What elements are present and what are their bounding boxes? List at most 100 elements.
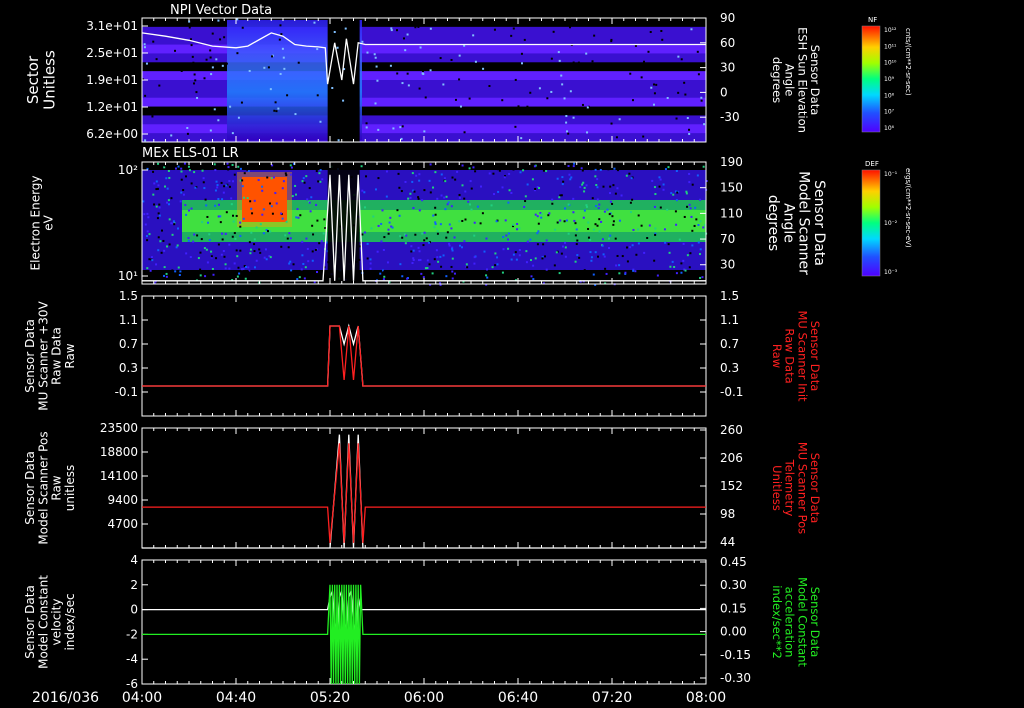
y-tick-label: 4700 <box>107 517 138 531</box>
y2-tick-label: 260 <box>720 423 743 437</box>
colorbar-tick: 10¹⁰ <box>884 60 897 67</box>
y-tick-label: 9400 <box>107 493 138 507</box>
y2-axis-label: Raw <box>770 344 784 368</box>
y-axis-label: unitless <box>63 465 77 511</box>
y2-tick-label: 150 <box>720 181 743 195</box>
x-tick-label: 04:00 <box>122 690 162 706</box>
colorbar-tick: 10⁷ <box>884 109 895 116</box>
y-axis-label: Raw Data <box>50 327 64 385</box>
colorbar-tick: 10⁶ <box>884 125 895 132</box>
colorbar-tick: 10⁻¹ <box>884 171 898 178</box>
y-axis-label: eV <box>42 214 56 230</box>
y-axis-label: Sensor Data <box>23 585 37 659</box>
y2-tick-label: 152 <box>720 479 743 493</box>
y-tick-label: 0.7 <box>119 337 138 351</box>
y2-tick-label: -30 <box>720 110 740 124</box>
y2-tick-label: 60 <box>720 36 735 50</box>
y-tick-label: 23500 <box>100 421 138 435</box>
els-colorbar-label: DEF <box>865 160 879 168</box>
x-tick-label: 04:40 <box>216 690 256 706</box>
panel-frame-3 <box>141 295 707 417</box>
y-axis-label: Model Constant <box>36 575 50 669</box>
y2-tick-label: 0.7 <box>720 337 739 351</box>
y-tick-label: 10¹ <box>118 269 138 283</box>
y2-tick-label: 0.00 <box>720 625 747 639</box>
y2-tick-label: 0.45 <box>720 555 747 569</box>
y-axis-label: velocity <box>50 599 64 646</box>
y-axis-label: Raw <box>63 343 77 368</box>
y2-tick-label: 0 <box>720 85 728 99</box>
y2-axis-label: Angle <box>780 203 796 243</box>
series-line-4-1 <box>142 584 706 685</box>
y2-tick-label: 44 <box>720 535 735 549</box>
y-tick-label: 10² <box>118 163 138 177</box>
y-axis-label: Sensor Data <box>23 319 37 393</box>
y-axis-label: Electron Energy <box>28 175 42 270</box>
npi-colorbar-unit: cnts/(cm**2-sr-sec) <box>904 28 912 96</box>
x-tick-label: 06:40 <box>498 690 538 706</box>
y2-tick-label: -0.1 <box>720 385 743 399</box>
y-tick-label: 6.2e+00 <box>86 127 138 141</box>
els-panel-title: MEx ELS-01 LR <box>142 146 239 161</box>
y-tick-label: 1.9e+01 <box>86 73 138 87</box>
y2-tick-label: 0.3 <box>720 361 739 375</box>
npi-panel-title: NPI Vector Data <box>170 3 272 18</box>
y-tick-label: 1.5 <box>119 289 138 303</box>
x-tick-label: 07:20 <box>592 690 632 706</box>
y-tick-label: 3.1e+01 <box>86 19 138 33</box>
y2-axis-label: Sensor Data <box>811 180 827 266</box>
y-tick-label: 1.2e+01 <box>86 100 138 114</box>
y-tick-label: 0.3 <box>119 361 138 375</box>
y2-tick-label: 0.30 <box>720 578 747 592</box>
npi-colorbar-label: NF <box>868 16 877 24</box>
y-tick-label: -0.1 <box>115 385 138 399</box>
y-tick-label: -2 <box>126 627 138 641</box>
els-colorbar-unit: ergs/(cm**2-sr-sec-eV) <box>904 168 912 248</box>
series-line-2-1 <box>142 325 706 387</box>
y2-axis-label: Model Scanner <box>796 171 812 275</box>
y2-axis-label: Unitless <box>770 465 784 511</box>
y-tick-label: 18800 <box>100 445 138 459</box>
npi-colorbar: NF 10¹² 10¹¹ 10¹⁰ 10⁹ 10⁸ 10⁷ 10⁶ cnts/(cm**2-… <box>861 16 912 133</box>
y-tick-label: 14100 <box>100 469 138 483</box>
y2-tick-label: 110 <box>720 206 743 220</box>
colorbar-tick: 10¹¹ <box>884 43 897 50</box>
y-tick-label: 0 <box>130 603 138 617</box>
date-label: 2016/036 <box>32 690 99 706</box>
y2-axis-label: index/sec**2 <box>770 585 784 659</box>
y2-tick-label: 30 <box>720 61 735 75</box>
colorbar-tick: 10⁹ <box>884 76 895 83</box>
y2-tick-label: 1.1 <box>720 313 739 327</box>
y-axis-label: MU Scanner +30V <box>36 301 50 411</box>
y2-tick-label: 206 <box>720 451 743 465</box>
y2-tick-label: 30 <box>720 258 735 272</box>
els-heatmap <box>142 162 708 286</box>
y2-tick-label: -0.30 <box>720 671 751 685</box>
y2-tick-label: 1.5 <box>720 289 739 303</box>
plot-canvas: 3.1e+01 2.5e+01 1.9e+01 1.2e+01 6.2e+00 90 60 3… <box>23 3 912 706</box>
series-line-4-0 <box>142 590 706 635</box>
y-axis-label: Unitless <box>40 50 58 110</box>
y-axis-label: Sensor Data <box>23 451 37 525</box>
y-tick-label: 2.5e+01 <box>86 46 138 60</box>
y2-axis-label: degrees <box>770 57 784 103</box>
y2-tick-label: -0.15 <box>720 648 751 662</box>
y-axis-label: index/sec <box>63 593 77 650</box>
x-tick-label: 05:20 <box>310 690 350 706</box>
y2-tick-label: 70 <box>720 232 735 246</box>
y-tick-label: -4 <box>126 652 138 666</box>
y-tick-label: 2 <box>130 578 138 592</box>
y2-tick-label: 90 <box>720 11 735 25</box>
colorbar-tick: 10⁻³ <box>884 269 898 276</box>
y2-tick-label: 0.15 <box>720 601 747 615</box>
series-line-2-0 <box>142 323 706 387</box>
panel-frame-5 <box>141 559 707 685</box>
colorbar-tick: 10¹² <box>884 27 897 34</box>
y-tick-label: 1.1 <box>119 313 138 327</box>
y-axis-label: Model Scanner Pos <box>36 431 50 544</box>
y-axis-label: Sector <box>24 55 42 104</box>
colorbar-tick: 10⁸ <box>884 92 895 99</box>
npi-heatmap <box>142 18 708 143</box>
els-colorbar: DEF 10⁻¹ 10⁻² 10⁻³ ergs/(cm**2-sr-sec-eV) <box>861 160 912 277</box>
x-tick-label: 08:00 <box>686 690 726 706</box>
